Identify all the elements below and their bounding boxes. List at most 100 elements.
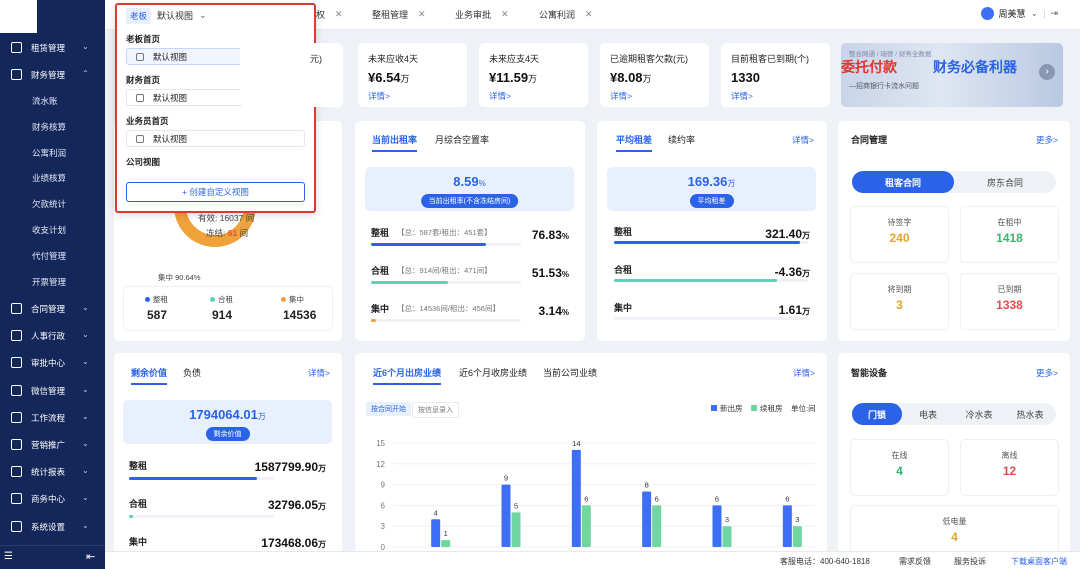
stat-detail-link[interactable]: 详情>	[489, 90, 511, 102]
landlord-contract-tab[interactable]: 房东合同	[954, 171, 1056, 193]
device-stat[interactable]: 在线 4	[850, 439, 949, 496]
chevron-down-icon[interactable]: ⌄	[82, 521, 89, 530]
tab-renewal-rate[interactable]: 续约率	[668, 133, 695, 146]
bar-new-out	[712, 505, 722, 547]
close-icon[interactable]: ✕	[335, 9, 343, 20]
contract-stat[interactable]: 将到期 3	[850, 273, 949, 330]
sidebar-item-after-3[interactable]: 微信管理 ⌄	[0, 381, 105, 401]
sidebar-item-label: 审批中心	[31, 358, 66, 369]
chevron-down-icon[interactable]: ⌄	[82, 385, 89, 394]
sidebar-item-0[interactable]: 租赁管理 ⌄	[0, 38, 105, 58]
chevron-up-icon[interactable]: ⌃	[82, 69, 89, 78]
logo[interactable]	[0, 0, 37, 33]
contract-stat[interactable]: 待签字 240	[850, 206, 949, 263]
tab-remaining-value[interactable]: 剩余价值	[131, 366, 168, 385]
device-stat[interactable]: 离线 12	[960, 439, 1059, 496]
tab-avg-rent-diff[interactable]: 平均租差	[616, 133, 653, 152]
sidebar-subitem[interactable]: 流水账	[32, 95, 58, 107]
perf-detail-link[interactable]: 详情>	[793, 367, 815, 379]
bar-value-label: 3	[725, 515, 729, 524]
bar-renewal	[652, 505, 662, 547]
user-menu[interactable]: 周美慧 ⌄ | ⇥	[980, 7, 1058, 20]
chevron-down-icon[interactable]: ⌄	[1031, 8, 1039, 19]
sidebar-item-after-0[interactable]: 合同管理 ⌄	[0, 299, 105, 319]
sidebar-item-1[interactable]: 财务管理 ⌃	[0, 65, 105, 85]
footer: 客服电话：400-640-1818 需求反馈 服务投诉 下载桌面客户端	[105, 551, 1080, 569]
row-value: 3.14%	[538, 304, 569, 318]
stat-detail-link[interactable]: 详情>	[368, 90, 390, 102]
top-tab[interactable]: 业务审批 ✕	[455, 6, 509, 23]
view-option[interactable]: 默认视图	[126, 130, 305, 147]
tab-6m-in-performance[interactable]: 近6个月收房业绩	[459, 366, 527, 379]
row-bar	[614, 279, 808, 282]
download-client-link[interactable]: 下载桌面客户端	[1011, 556, 1067, 567]
chevron-down-icon[interactable]: ⌄	[82, 303, 89, 312]
next-arrow-icon[interactable]: ›	[1039, 64, 1055, 80]
chevron-down-icon[interactable]: ⌄	[82, 412, 89, 421]
sidebar-subitem[interactable]: 欠款统计	[32, 198, 66, 210]
rent-diff-detail-link[interactable]: 详情>	[792, 134, 814, 146]
legend-item: 整租	[145, 294, 168, 305]
tab-6m-out-performance[interactable]: 近6个月出房业绩	[373, 366, 442, 385]
tenant-contract-tab[interactable]: 租客合同	[852, 171, 954, 193]
row-value: 1587799.90万	[254, 460, 326, 474]
sidebar-item-after-2[interactable]: 审批中心 ⌄	[0, 353, 105, 373]
close-icon[interactable]: ✕	[501, 9, 509, 20]
chevron-down-icon[interactable]: ⌄	[82, 42, 89, 51]
tab-cold-water-meter[interactable]: 冷水表	[954, 403, 1004, 425]
tab-label: 公寓利润	[539, 10, 576, 20]
collapse-header-icon[interactable]: ⇥	[1050, 8, 1058, 19]
top-tab[interactable]: 整租管理 ✕	[372, 6, 426, 23]
chevron-down-icon[interactable]: ⌄	[82, 357, 89, 366]
tab-liabilities[interactable]: 负债	[183, 366, 201, 379]
tab-hot-water-meter[interactable]: 热水表	[1005, 403, 1055, 425]
remaining-detail-link[interactable]: 详情>	[308, 367, 330, 379]
sidebar-subitem[interactable]: 开票管理	[32, 276, 66, 288]
sidebar-subitem[interactable]: 代付管理	[32, 250, 66, 262]
tab-current-rent-rate[interactable]: 当前出租率	[372, 133, 418, 152]
feedback-link[interactable]: 需求反馈	[899, 556, 931, 567]
sidebar-item-label: 人事行政	[31, 331, 66, 342]
view-option-label: 默认视图	[153, 92, 188, 103]
complaint-link[interactable]: 服务投诉	[954, 556, 986, 567]
contract-type-toggle: 租客合同 房东合同	[852, 171, 1056, 193]
sidebar-item-after-1[interactable]: 人事行政 ⌄	[0, 326, 105, 346]
tab-door-lock[interactable]: 门锁	[852, 403, 902, 425]
contract-more-link[interactable]: 更多>	[1036, 134, 1058, 146]
tab-vacancy-rate[interactable]: 月综合空置率	[435, 133, 489, 146]
sidebar-item-after-5[interactable]: 营销推广 ⌄	[0, 435, 105, 455]
close-icon[interactable]: ✕	[585, 9, 593, 20]
sidebar-item-after-6[interactable]: 统计报表 ⌄	[0, 462, 105, 482]
menu-toggle-icon[interactable]: ☰	[4, 551, 13, 562]
tab-company-performance[interactable]: 当前公司业绩	[543, 366, 597, 379]
sidebar-item-after-7[interactable]: 商务中心 ⌄	[0, 489, 105, 509]
chevron-down-icon[interactable]: ⌄	[82, 466, 89, 475]
row-subtext: 【总：914间/租出：471间】	[397, 266, 492, 275]
chevron-down-icon[interactable]: ⌄	[82, 330, 89, 339]
sidebar-subitem[interactable]: 收支计划	[32, 224, 66, 236]
stat-card: 已逾期租客欠款(元) ¥8.08万 详情>	[600, 43, 709, 107]
sidebar-subitem[interactable]: 财务核算	[32, 121, 66, 133]
stat-detail-link[interactable]: 详情>	[610, 90, 632, 102]
dropdown-header[interactable]: 老板 默认视图 ⌄	[126, 7, 207, 24]
close-icon[interactable]: ✕	[418, 9, 426, 20]
support-phone: 客服电话：400-640-1818	[780, 557, 870, 566]
user-icon	[136, 53, 144, 61]
chevron-down-icon[interactable]: ⌄	[82, 439, 89, 448]
chevron-down-icon[interactable]: ⌄	[199, 10, 207, 21]
promo-banner[interactable]: 整合网通 / 瑞德 / 财务全数据 委托付款 财务必备利器 —招商银行卡流水问题…	[841, 43, 1063, 107]
sidebar-item-after-8[interactable]: 系统设置 ⌄	[0, 517, 105, 537]
devices-more-link[interactable]: 更多>	[1036, 367, 1058, 379]
tab-electric-meter[interactable]: 电表	[903, 403, 953, 425]
collapse-sidebar-icon[interactable]: ⇤	[86, 550, 95, 563]
sidebar-item-after-4[interactable]: 工作流程 ⌄	[0, 408, 105, 428]
row-label: 整租	[614, 227, 633, 237]
contract-stat[interactable]: 在租中 1418	[960, 206, 1059, 263]
top-tab[interactable]: 公寓利润 ✕	[539, 6, 593, 23]
contract-stat[interactable]: 已到期 1338	[960, 273, 1059, 330]
sidebar-subitem[interactable]: 业绩核算	[32, 172, 66, 184]
chevron-down-icon[interactable]: ⌄	[82, 493, 89, 502]
create-custom-view-button[interactable]: + 创建自定义视图	[126, 182, 305, 202]
stat-detail-link[interactable]: 详情>	[731, 90, 753, 102]
sidebar-subitem[interactable]: 公寓利润	[32, 147, 66, 159]
